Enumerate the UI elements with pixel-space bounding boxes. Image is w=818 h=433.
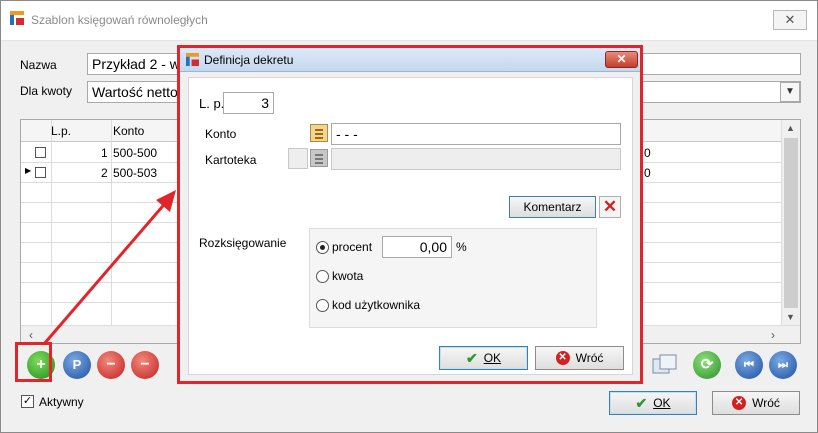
cancel-button[interactable]: ✕ Wróć — [712, 391, 800, 415]
title-bar: Szablon księgowań równoległych ✕ — [1, 1, 817, 41]
kod-uzytkownika-radio[interactable] — [316, 299, 329, 312]
row-value: 0 — [644, 146, 651, 160]
lp-label: L. p. — [199, 96, 225, 111]
cancel-icon: ✕ — [555, 351, 570, 365]
scroll-right-icon[interactable]: › — [771, 328, 775, 342]
dialog-body: L. p. 3 Konto - - - Kartoteka Komentarz … — [188, 77, 633, 375]
vertical-scrollbar[interactable]: ▲ ▼ — [781, 120, 800, 325]
row-checkbox[interactable] — [35, 147, 46, 158]
ok-button-label: OK — [653, 396, 671, 410]
app-icon — [10, 11, 24, 25]
dla-kwoty-label: Dla kwoty — [20, 84, 73, 98]
kartoteka-label: Kartoteka — [205, 153, 257, 167]
current-row-indicator-icon: ▶ — [25, 166, 32, 175]
dialog-title: Definicja dekretu — [204, 53, 294, 67]
row-konto: 500-503 — [113, 166, 158, 180]
scroll-up-icon[interactable]: ▲ — [786, 123, 795, 133]
ok-button[interactable]: ✔ OK — [609, 391, 697, 415]
scroll-thumb[interactable] — [784, 138, 798, 308]
window-title: Szablon księgowań równoległych — [31, 13, 208, 27]
dialog-app-icon — [186, 53, 199, 66]
highlight-box — [15, 342, 52, 382]
row-lp: 2 — [101, 166, 108, 180]
konto-input[interactable]: - - - — [331, 123, 621, 145]
komentarz-button-label: Komentarz — [523, 200, 582, 214]
komentarz-button[interactable]: Komentarz — [509, 196, 596, 218]
edit-preview-button[interactable]: P — [63, 351, 91, 379]
rozksiegowanie-group: procent 0,00 % kwota kod użytkownika — [309, 228, 597, 328]
kwota-radio[interactable] — [316, 270, 329, 283]
definicja-dekretu-dialog: Definicja dekretu ✕ L. p. 3 Konto - - - … — [177, 45, 643, 384]
dialog-title-bar: Definicja dekretu ✕ — [180, 48, 640, 72]
delete-button[interactable]: − — [97, 351, 125, 379]
kwota-label: kwota — [332, 269, 364, 283]
konto-picker-icon[interactable] — [310, 124, 328, 142]
konto-label: Konto — [205, 127, 237, 141]
row-checkbox[interactable] — [35, 167, 46, 178]
percent-sign: % — [456, 240, 467, 254]
dialog-close-button[interactable]: ✕ — [605, 51, 638, 68]
refresh-icon[interactable]: ⟳ — [693, 351, 721, 379]
procent-label: procent — [332, 240, 373, 254]
check-icon: ✔ — [465, 349, 478, 366]
nazwa-label: Nazwa — [20, 58, 57, 72]
rozksiegowanie-label: Rozksięgowanie — [199, 236, 287, 250]
window-close-button[interactable]: ✕ — [773, 10, 807, 30]
last-record-icon[interactable]: ⏭ — [769, 351, 797, 379]
scroll-left-icon[interactable]: ‹ — [29, 328, 33, 342]
row-value: 0 — [644, 166, 651, 180]
kod-uzytkownika-label: kod użytkownika — [332, 298, 421, 312]
copy-icon[interactable] — [651, 353, 679, 377]
row-konto: 500-500 — [113, 146, 158, 160]
kartoteka-picker-icon — [310, 149, 328, 167]
cancel-icon: ✕ — [732, 396, 747, 410]
delete-checked-button[interactable]: − — [131, 351, 159, 379]
delete-comment-icon[interactable]: ✕ — [599, 196, 621, 218]
lp-input[interactable]: 3 — [223, 92, 274, 114]
procent-input[interactable]: 0,00 — [382, 236, 452, 258]
procent-radio[interactable] — [316, 241, 329, 254]
dialog-cancel-button-label: Wróć — [575, 351, 604, 365]
aktywny-label: Aktywny — [39, 395, 84, 409]
check-icon: ✔ — [635, 394, 648, 411]
dialog-cancel-button[interactable]: ✕ Wróć — [535, 346, 624, 370]
kartoteka-input — [331, 148, 621, 170]
aktywny-checkbox[interactable]: ✓ — [21, 395, 34, 408]
cancel-button-label: Wróć — [752, 396, 780, 410]
dialog-ok-button[interactable]: ✔ OK — [439, 346, 528, 370]
column-header-konto[interactable]: Konto — [113, 124, 144, 138]
dialog-ok-button-label: OK — [483, 351, 502, 365]
scroll-down-icon[interactable]: ▼ — [786, 312, 795, 322]
first-record-icon[interactable]: ⏮ — [735, 351, 763, 379]
chevron-down-icon[interactable]: ▼ — [780, 82, 800, 102]
column-header-lp[interactable]: L.p. — [51, 124, 71, 138]
kartoteka-type-field — [288, 148, 308, 169]
row-lp: 1 — [101, 146, 108, 160]
